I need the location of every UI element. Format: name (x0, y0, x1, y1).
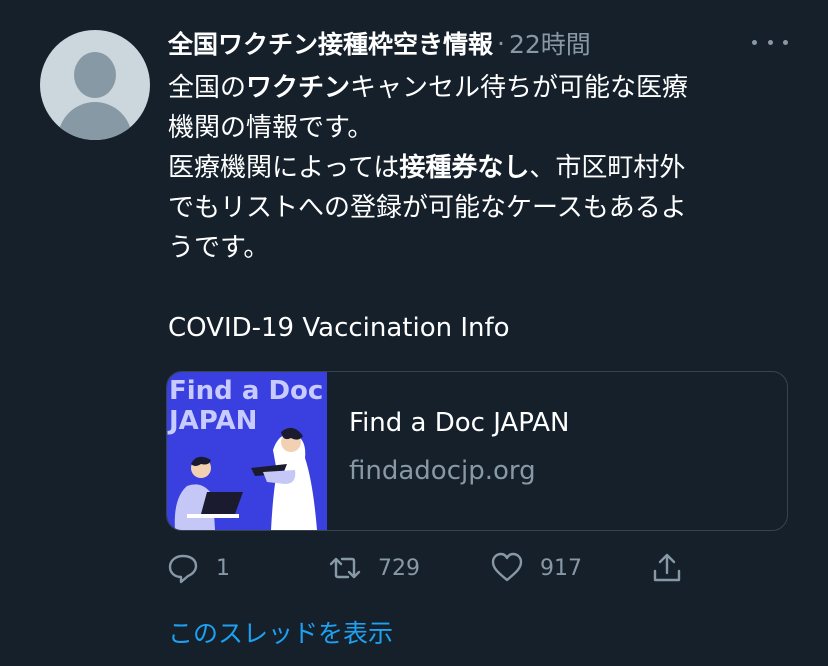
tweet-text-line: うです。 (168, 228, 788, 268)
show-thread-link[interactable]: このスレッドを表示 (168, 614, 393, 650)
tweet-text-segment: うです。 (168, 233, 270, 263)
separator-dot: · (497, 28, 505, 58)
reply-icon (168, 554, 198, 584)
tweet-text-line: でもリストへの登録が可能なケースもあるよ (168, 188, 788, 228)
tweet-text-segment: でもリストへの登録が可能なケースもあるよ (168, 193, 687, 223)
retweet-icon (329, 557, 361, 579)
more-dot (767, 39, 773, 45)
card-domain[interactable]: findadocjp.org (349, 456, 536, 486)
action-bar: 1 729 917 (166, 546, 766, 590)
more-dot (752, 39, 757, 45)
tweet-text-segment: COVID-19 Vaccination Info (168, 313, 510, 343)
tweet-text-line: 全国のワクチンキャンセル待ちが可能な医療 (168, 68, 788, 108)
tweet-text-segment: 機関の情報です。 (168, 113, 374, 143)
tweet-header: 全国ワクチン接種枠空き情報 · 22時間 (168, 22, 591, 64)
share-icon (653, 553, 681, 582)
more-icon[interactable] (752, 30, 788, 54)
avatar[interactable] (40, 30, 150, 140)
tweet-text-line: COVID-19 Vaccination Info (168, 308, 788, 348)
timestamp[interactable]: 22時間 (509, 25, 591, 61)
retweet-button[interactable]: 729 (328, 546, 420, 590)
more-dot (783, 39, 788, 45)
link-card[interactable]: Find a Doc JAPAN Find a Doc JAPAN findad… (166, 371, 788, 531)
tweet-text-bold: 接種券なし (399, 153, 530, 183)
tweet-text-segment: 医療機関によっては (168, 153, 400, 183)
avatar-body-shape (58, 102, 132, 140)
avatar-head-shape (74, 52, 116, 98)
like-count: 917 (540, 555, 582, 581)
share-button[interactable] (650, 546, 684, 590)
tweet-text-line (168, 268, 788, 308)
tweet-text-segment: 全国の (168, 73, 247, 103)
reply-button[interactable]: 1 (166, 546, 230, 590)
tweet-text-line: 機関の情報です。 (168, 108, 788, 148)
tweet-text-segment: キャンセル待ちが可能な医療 (350, 73, 689, 103)
reply-count: 1 (216, 555, 230, 581)
card-illustration (174, 427, 317, 530)
like-icon (491, 552, 523, 582)
tweet[interactable]: 全国ワクチン接種枠空き情報 · 22時間 全国のワクチンキャンセル待ちが可能な医… (0, 0, 828, 666)
display-name[interactable]: 全国ワクチン接種枠空き情報 (168, 25, 493, 61)
card-title[interactable]: Find a Doc JAPAN (349, 408, 569, 438)
like-button[interactable]: 917 (490, 546, 582, 590)
tweet-text-bold: ワクチン (246, 73, 351, 103)
tweet-text-line: 医療機関によっては接種券なし、市区町村外 (168, 148, 788, 188)
tweet-text-segment: 、市区町村外 (529, 153, 686, 183)
card-image: Find a Doc JAPAN (167, 372, 327, 530)
retweet-count: 729 (378, 555, 420, 581)
tweet-text: 全国のワクチンキャンセル待ちが可能な医療 機関の情報です。 医療機関によっては接種券… (168, 68, 788, 348)
